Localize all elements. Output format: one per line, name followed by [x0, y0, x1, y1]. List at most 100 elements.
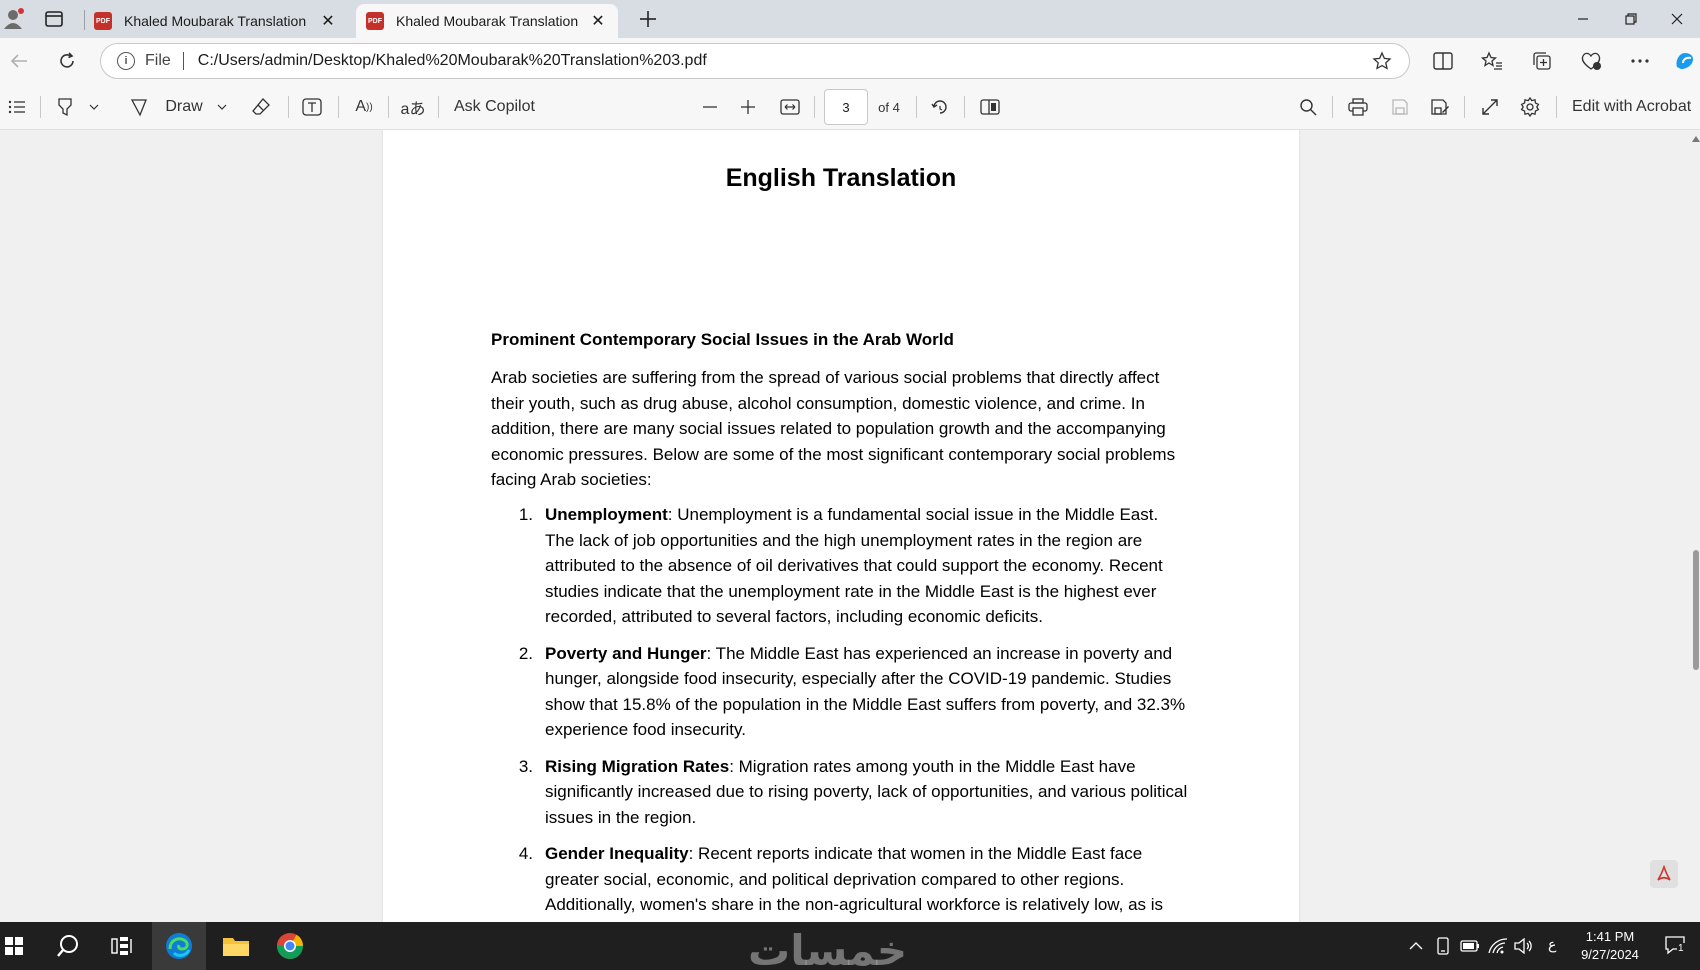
add-text-icon[interactable] — [300, 93, 324, 121]
vertical-scrollbar[interactable] — [1692, 130, 1700, 922]
close-tab-icon[interactable]: ✕ — [588, 11, 608, 31]
device-icon[interactable] — [1432, 922, 1454, 970]
tab-active[interactable]: PDF Khaled Moubarak Translation 3.pdf ✕ — [356, 4, 618, 38]
tab-strip: PDF Khaled Moubarak Translation 3.pdf ✕ … — [0, 0, 1700, 38]
section-heading: Prominent Contemporary Social Issues in … — [491, 330, 954, 349]
list-number: 3. — [518, 756, 533, 776]
new-tab-button[interactable] — [634, 6, 662, 32]
toolbar-divider — [1464, 96, 1465, 118]
eraser-icon[interactable] — [250, 93, 272, 121]
browser-essentials-icon[interactable] — [1576, 46, 1606, 76]
toolbar-divider — [1332, 96, 1333, 118]
toolbar-divider — [338, 96, 339, 118]
pdf-viewer[interactable]: English Translation Prominent Contempora… — [0, 130, 1700, 922]
list-item: 2. Poverty and Hunger: The Middle East h… — [491, 641, 1191, 743]
toolbar-divider — [288, 96, 289, 118]
pdf-toolbar: Draw A)) aあ Ask Copilot 3 of 4 Edit with… — [0, 84, 1700, 130]
toolbar-divider — [40, 96, 41, 118]
document-title: English Translation — [725, 164, 957, 192]
volume-icon[interactable] — [1512, 922, 1536, 970]
favorite-star-icon[interactable] — [1367, 51, 1397, 71]
gear-icon[interactable] — [1518, 93, 1542, 121]
system-clock[interactable]: 1:41 PM 9/27/2024 — [1572, 928, 1648, 964]
rotate-icon[interactable] — [928, 93, 952, 121]
contents-icon[interactable] — [6, 93, 28, 121]
scrollbar-thumb[interactable] — [1693, 550, 1699, 670]
file-explorer-icon[interactable] — [212, 922, 260, 970]
toolbar-divider — [964, 96, 965, 118]
site-info-icon[interactable]: i — [117, 52, 135, 70]
address-divider — [182, 52, 184, 70]
navigation-bar: i File C:/Users/admin/Desktop/Khaled%20M… — [0, 38, 1700, 84]
draw-button[interactable]: Draw — [162, 93, 206, 121]
minimize-button[interactable] — [1560, 4, 1606, 34]
start-windows-icon[interactable] — [0, 922, 28, 970]
notification-icon[interactable]: 1 — [1664, 934, 1686, 956]
scheme-label: File — [145, 52, 171, 69]
chevron-down-icon[interactable] — [214, 93, 230, 121]
scroll-up-arrow-icon[interactable] — [1692, 136, 1700, 142]
profile-icon[interactable] — [0, 4, 28, 34]
tab-actions-icon[interactable] — [40, 6, 68, 32]
list-number: 4. — [518, 844, 533, 863]
tab-title: Khaled Moubarak Translation 3.pdf — [124, 13, 310, 29]
collections-icon[interactable] — [1527, 46, 1557, 76]
read-aloud-icon[interactable]: A)) — [352, 93, 376, 121]
list-number: 2. — [518, 643, 533, 663]
chrome-icon[interactable] — [266, 922, 314, 970]
print-icon[interactable] — [1346, 93, 1370, 121]
edge-taskbar-icon[interactable] — [152, 922, 206, 970]
page-count-label: of 4 — [878, 99, 900, 115]
issues-list: 1. Unemployment: Unemployment is a funda… — [491, 502, 1191, 922]
edit-with-acrobat-button[interactable]: Edit with Acrobat — [1572, 93, 1696, 121]
back-button[interactable] — [4, 46, 34, 76]
draw-icon[interactable] — [128, 93, 150, 121]
page-number-input[interactable]: 3 — [824, 89, 868, 125]
battery-icon[interactable] — [1458, 922, 1482, 970]
fullscreen-icon[interactable] — [1478, 93, 1502, 121]
search-icon[interactable] — [1296, 93, 1320, 121]
wifi-icon[interactable] — [1486, 922, 1510, 970]
ask-copilot-button[interactable]: Ask Copilot — [454, 93, 540, 121]
close-tab-icon[interactable]: ✕ — [318, 11, 338, 31]
tab-inactive[interactable]: PDF Khaled Moubarak Translation 3.pdf ✕ — [84, 4, 348, 38]
notification-count: 1 — [1677, 943, 1685, 954]
search-icon[interactable] — [48, 922, 88, 970]
zoom-out-icon[interactable] — [700, 93, 720, 121]
taskbar: خمسات ع 1:41 PM 9/27/2024 1 — [0, 922, 1700, 970]
intro-paragraph: Arab societies are suffering from the sp… — [491, 368, 1176, 489]
list-term: Unemployment — [545, 505, 668, 524]
tab-title: Khaled Moubarak Translation 3.pdf — [396, 13, 580, 29]
list-term: Poverty and Hunger — [545, 643, 707, 663]
acrobat-icon[interactable] — [1650, 860, 1678, 888]
translate-icon[interactable]: aあ — [400, 93, 426, 121]
favorites-icon[interactable] — [1477, 46, 1507, 76]
restore-button[interactable] — [1608, 4, 1654, 34]
toolbar-divider — [388, 96, 389, 118]
refresh-button[interactable] — [52, 46, 82, 76]
save-icon[interactable] — [1388, 93, 1412, 121]
fit-to-page-icon[interactable] — [778, 93, 802, 121]
address-bar[interactable]: i File C:/Users/admin/Desktop/Khaled%20M… — [100, 43, 1410, 79]
url-text[interactable]: C:/Users/admin/Desktop/Khaled%20Moubarak… — [198, 52, 1367, 70]
pdf-page: English Translation Prominent Contempora… — [383, 130, 1299, 922]
zoom-in-icon[interactable] — [738, 93, 758, 121]
list-item: 4. Gender Inequality: Recent reports ind… — [491, 841, 1191, 918]
task-view-icon[interactable] — [102, 922, 142, 970]
list-number: 1. — [518, 505, 533, 524]
chevron-up-icon[interactable] — [1404, 922, 1428, 970]
close-window-button[interactable] — [1654, 4, 1700, 34]
language-indicator[interactable]: ع — [1548, 936, 1556, 953]
pdf-file-icon: PDF — [366, 12, 384, 30]
clock-date: 9/27/2024 — [1581, 947, 1639, 962]
page-view-icon[interactable] — [978, 93, 1002, 121]
copilot-icon[interactable] — [1670, 46, 1700, 76]
watermark-text: خمسات — [748, 926, 908, 970]
settings-more-icon[interactable] — [1625, 46, 1655, 76]
highlight-icon[interactable] — [54, 93, 76, 121]
list-item: 1. Unemployment: Unemployment is a funda… — [491, 502, 1191, 630]
split-screen-icon[interactable] — [1428, 46, 1458, 76]
chevron-down-icon[interactable] — [86, 93, 102, 121]
toolbar-divider — [916, 96, 917, 118]
save-as-icon[interactable] — [1428, 93, 1452, 121]
